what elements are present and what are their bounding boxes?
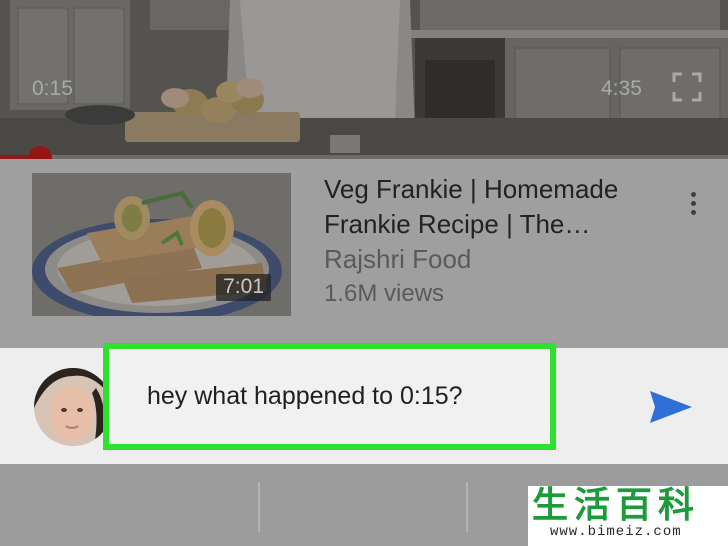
- watermark-url: www.bimeiz.com: [550, 524, 682, 540]
- suggestion-slot-2[interactable]: [260, 464, 466, 546]
- video-title[interactable]: Veg Frankie | Homemade Frankie Recipe | …: [324, 172, 664, 242]
- current-time: 0:15: [32, 77, 73, 100]
- avatar: [34, 368, 112, 446]
- avatar-image: [34, 368, 112, 446]
- view-count: 1.6M views: [324, 280, 445, 307]
- channel-name: Rajshri Food: [324, 244, 472, 274]
- watermark-logo: 生活百科 www.bimeiz.com: [528, 486, 728, 546]
- fullscreen-icon[interactable]: [672, 72, 702, 102]
- video-player[interactable]: 0:15 4:35: [0, 0, 728, 159]
- video-duration-badge: 7:01: [216, 274, 271, 301]
- more-options-icon[interactable]: [682, 189, 704, 219]
- app-screen: 0:15 4:35 7:01 Veg Frankie | Homemade Fr…: [0, 0, 728, 546]
- comment-input-highlight: [103, 343, 556, 450]
- comment-input[interactable]: [109, 349, 550, 444]
- video-thumbnail[interactable]: 7:01: [32, 173, 291, 316]
- watermark-text: 生活百科: [532, 485, 701, 526]
- suggestion-slot-1[interactable]: [0, 464, 258, 546]
- send-icon[interactable]: [648, 389, 694, 425]
- total-duration: 4:35: [601, 77, 642, 100]
